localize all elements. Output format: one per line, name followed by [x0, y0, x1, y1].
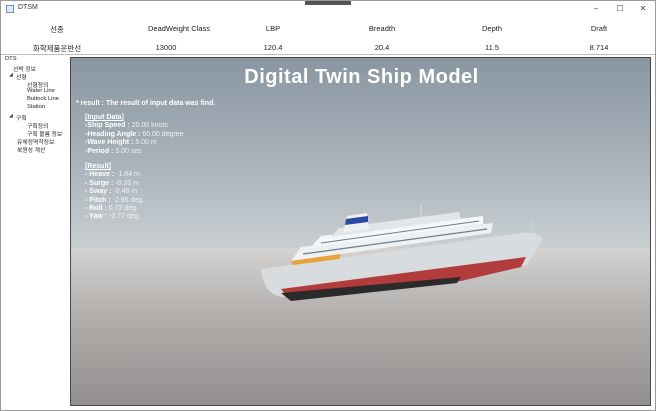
result-value: 0.72 deg.	[108, 205, 138, 213]
result-value: -2.95 deg.	[112, 196, 145, 204]
app-window: DTSM – ☐ ✕ 선종 DeadWeight Class LBP Bread…	[0, 0, 656, 411]
tree-item-water-line[interactable]: Water Line	[27, 88, 55, 94]
input-label: -Period :	[85, 147, 114, 155]
result-status: * result : The result of input data was …	[76, 100, 216, 107]
simulation-viewport[interactable]: Digital Twin Ship Model * result : The r…	[70, 57, 651, 406]
input-value: 5.00 sec	[115, 147, 142, 155]
result-roll: - Roll : 0.72 deg.	[85, 205, 211, 213]
value-ship-type: 화학제품운반선	[32, 44, 82, 53]
value-depth: 11.5	[484, 43, 500, 52]
tree-item-buttock-line[interactable]: Buttock Line	[27, 96, 59, 102]
result-label: - Heave :	[85, 171, 115, 179]
title-grip-handle[interactable]	[305, 1, 351, 5]
result-label: - Sway :	[85, 188, 112, 196]
title-bar[interactable]: DTSM – ☐ ✕	[1, 1, 655, 17]
scene-title: Digital Twin Ship Model	[244, 66, 479, 88]
col-header-ship-type: 선종	[50, 25, 64, 34]
result-sway: - Sway : -0.48 m	[85, 188, 211, 196]
input-data-header: [Input Data]	[85, 114, 124, 121]
tree-item-compartment[interactable]: 구획	[16, 113, 27, 122]
result-value: -1.84 m	[116, 171, 140, 179]
minimize-icon[interactable]: –	[585, 2, 607, 16]
input-period: -Period : 5.00 sec	[85, 148, 211, 156]
app-icon	[6, 5, 14, 13]
result-pitch: - Pitch : -2.95 deg.	[85, 197, 211, 205]
result-value: -0.20 m	[115, 179, 140, 187]
col-header-draft: Draft	[590, 24, 608, 33]
input-label: -Ship Speed :	[85, 122, 130, 130]
tree-item-station[interactable]: Station	[27, 104, 45, 110]
navigation-tree: DTS 선박 정보 ◢ 선형 선형정의 Water Line Buttock L…	[3, 56, 67, 408]
value-draft: 8.714	[589, 43, 609, 52]
result-surge: - Surge : -0.20 m	[85, 180, 211, 188]
tree-root-dts[interactable]: DTS	[5, 56, 17, 62]
result-label: - Roll :	[85, 205, 107, 213]
result-label: - Pitch :	[85, 196, 111, 204]
result-value: -0.48 m	[113, 188, 138, 196]
expand-icon[interactable]: ◢	[9, 72, 13, 78]
data-overlay-panel: [Input Data] -Ship Speed : 20.00 knots -…	[85, 114, 211, 222]
input-value: 20.00 knots	[131, 122, 168, 130]
value-breadth: 20.4	[374, 43, 390, 52]
result-label: - Surge :	[85, 179, 114, 187]
expand-icon[interactable]: ◢	[9, 113, 13, 119]
bow-mast	[530, 218, 534, 234]
input-label: -Heading Angle :	[85, 130, 141, 138]
tree-item-stability[interactable]: 복원성 계산	[17, 145, 45, 154]
col-header-lbp: LBP	[265, 24, 281, 33]
result-heave: - Heave : -1.84 m	[85, 171, 211, 179]
col-header-depth: Depth	[481, 24, 502, 33]
result-value: -0.77 deg.	[109, 213, 141, 221]
maximize-icon[interactable]: ☐	[609, 2, 631, 16]
header-divider	[1, 54, 655, 55]
input-label: -Wave Height :	[85, 139, 134, 147]
value-deadweight: 13000	[155, 43, 177, 52]
col-header-breadth: Breadth	[368, 24, 396, 33]
ship-model	[261, 203, 543, 301]
input-value: 5.00 m	[135, 139, 157, 147]
result-yaw: - Yaw : -0.77 deg.	[85, 213, 211, 221]
tree-item-hull-form[interactable]: 선형	[16, 72, 27, 81]
window-title: DTSM	[18, 4, 38, 11]
input-value: 60.00 degree	[142, 130, 184, 138]
ship-spec-header: 선종 DeadWeight Class LBP Breadth Depth Dr…	[1, 18, 655, 54]
close-icon[interactable]: ✕	[632, 2, 654, 16]
result-header: [Result]	[85, 163, 112, 171]
result-label: - Yaw :	[85, 213, 108, 221]
value-lbp: 120.4	[263, 43, 283, 52]
input-heading-angle: -Heading Angle : 60.00 degree	[85, 131, 211, 139]
input-wave-height: -Wave Height : 5.00 m	[85, 139, 211, 147]
input-ship-speed: -Ship Speed : 20.00 knots	[85, 122, 211, 130]
